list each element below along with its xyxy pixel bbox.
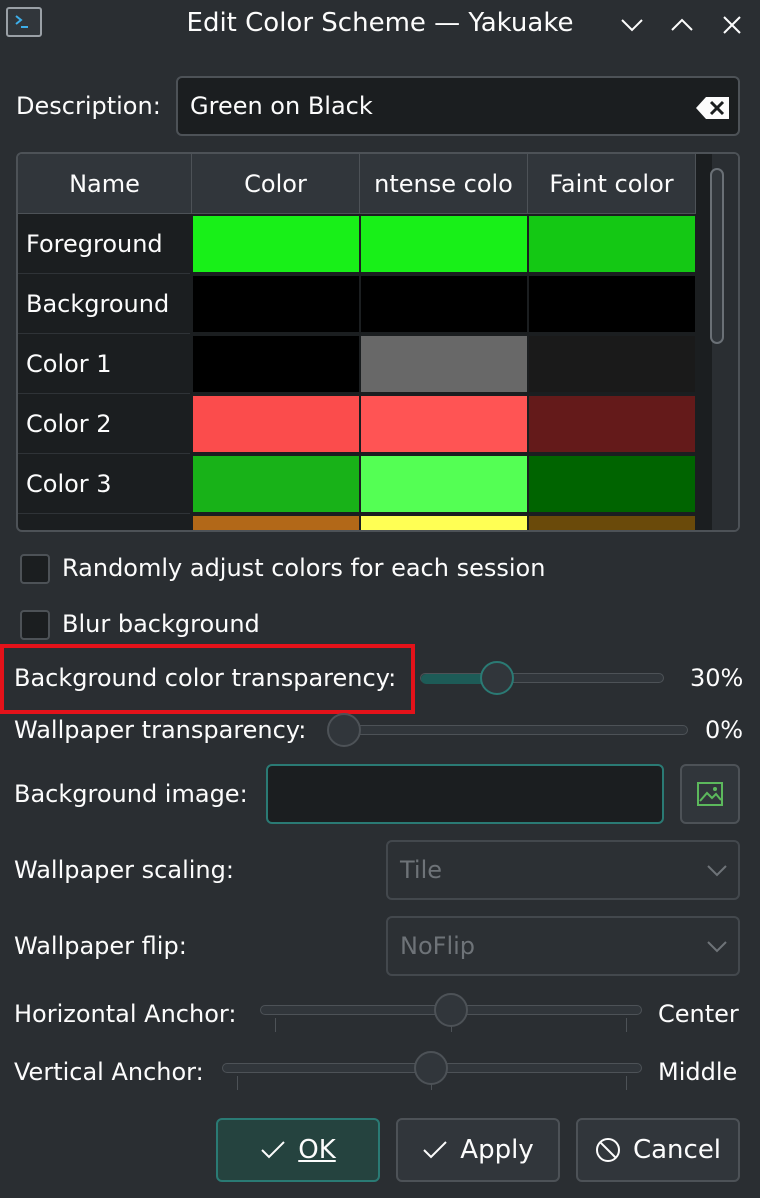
color-swatch[interactable]	[192, 395, 360, 453]
apply-button-label: Apply	[460, 1135, 534, 1165]
wallpaper-flip-value: NoFlip	[400, 932, 476, 960]
bg-transparency-slider[interactable]	[420, 673, 664, 684]
chevron-down-icon	[707, 865, 727, 877]
apply-button[interactable]: Apply	[396, 1118, 560, 1182]
cancel-icon	[595, 1138, 620, 1162]
chevron-down-icon	[621, 19, 643, 32]
slider-tick	[626, 1018, 627, 1032]
background-image-input[interactable]	[266, 764, 664, 824]
vertical-anchor-handle[interactable]	[414, 1051, 448, 1085]
slider-tick	[237, 1076, 238, 1090]
color-swatch[interactable]	[192, 215, 360, 273]
blur-background-checkbox[interactable]	[20, 610, 50, 640]
color-swatch[interactable]	[528, 275, 696, 333]
column-header-name[interactable]: Name	[18, 154, 192, 214]
maximize-button[interactable]	[664, 8, 700, 42]
wallpaper-scaling-value: Tile	[400, 856, 443, 884]
minimize-button[interactable]	[614, 8, 650, 42]
color-swatch[interactable]	[528, 455, 696, 513]
description-value: Green on Black	[190, 92, 373, 120]
horizontal-anchor-value: Center	[658, 1000, 739, 1028]
column-header-intense-color[interactable]: ntense colo	[360, 154, 528, 214]
chevron-down-icon	[707, 941, 727, 953]
random-colors-checkbox[interactable]	[20, 554, 50, 584]
table-row-name[interactable]: Color 3	[18, 454, 190, 514]
color-swatch[interactable]	[528, 335, 696, 393]
color-swatch[interactable]	[360, 275, 528, 333]
color-swatch[interactable]	[360, 515, 528, 530]
checkmark-icon	[423, 1141, 448, 1159]
chevron-up-icon	[671, 18, 693, 31]
table-row-name[interactable]: Background	[18, 274, 190, 334]
vertical-anchor-label: Vertical Anchor:	[14, 1058, 204, 1086]
horizontal-anchor-label: Horizontal Anchor:	[14, 1000, 237, 1028]
horizontal-anchor-handle[interactable]	[434, 993, 468, 1027]
wallpaper-flip-combo[interactable]: NoFlip	[386, 916, 740, 976]
wallpaper-transparency-value: 0%	[705, 716, 744, 744]
clear-text-icon[interactable]	[696, 96, 730, 120]
wallpaper-scaling-combo[interactable]: Tile	[386, 840, 740, 900]
color-swatch[interactable]	[192, 335, 360, 393]
color-swatch[interactable]	[360, 335, 528, 393]
color-swatch[interactable]	[360, 455, 528, 513]
column-header-color[interactable]: Color	[192, 154, 360, 214]
column-header-faint-color[interactable]: Faint color	[528, 154, 696, 214]
background-image-label: Background image:	[14, 780, 248, 808]
blur-background-label[interactable]: Blur background	[62, 610, 260, 638]
color-swatch[interactable]	[528, 515, 696, 530]
bg-transparency-value: 30%	[690, 664, 744, 692]
bg-transparency-label: Background color transparency:	[14, 664, 397, 692]
table-row-name[interactable]	[18, 514, 190, 530]
slider-tick	[626, 1076, 627, 1090]
wallpaper-transparency-handle[interactable]	[327, 713, 361, 747]
table-row-name[interactable]: Foreground	[18, 214, 190, 274]
color-swatch[interactable]	[192, 455, 360, 513]
color-swatch[interactable]	[360, 395, 528, 453]
scrollbar-thumb[interactable]	[710, 168, 724, 344]
image-icon	[697, 782, 723, 806]
color-swatch[interactable]	[360, 215, 528, 273]
ok-button-label: OK	[298, 1135, 336, 1165]
wallpaper-transparency-label: Wallpaper transparency:	[14, 716, 307, 744]
color-swatch[interactable]	[192, 275, 360, 333]
vertical-anchor-value: Middle	[658, 1058, 738, 1086]
checkmark-icon	[261, 1141, 285, 1159]
wallpaper-transparency-slider[interactable]	[328, 725, 688, 735]
random-colors-label[interactable]: Randomly adjust colors for each session	[62, 554, 545, 582]
wallpaper-flip-label: Wallpaper flip:	[14, 932, 187, 960]
close-button[interactable]	[714, 8, 750, 42]
wallpaper-scaling-label: Wallpaper scaling:	[14, 856, 234, 884]
color-swatch[interactable]	[528, 395, 696, 453]
title-bar: Edit Color Scheme — Yakuake	[0, 0, 760, 50]
ok-button[interactable]: OK	[216, 1118, 380, 1182]
color-swatch[interactable]	[192, 515, 360, 530]
cancel-button[interactable]: Cancel	[576, 1118, 740, 1182]
bg-transparency-handle[interactable]	[480, 661, 515, 695]
color-swatch[interactable]	[528, 215, 696, 273]
description-input[interactable]: Green on Black	[176, 76, 740, 136]
cancel-button-label: Cancel	[632, 1135, 722, 1165]
table-row-name[interactable]: Color 1	[18, 334, 190, 394]
description-label: Description:	[16, 92, 161, 120]
close-icon	[723, 16, 741, 34]
table-row-name[interactable]: Color 2	[18, 394, 190, 454]
browse-image-button[interactable]	[680, 764, 740, 824]
color-table[interactable]: Name Color ntense colo Faint color Foreg…	[16, 152, 740, 532]
slider-tick	[275, 1018, 276, 1032]
